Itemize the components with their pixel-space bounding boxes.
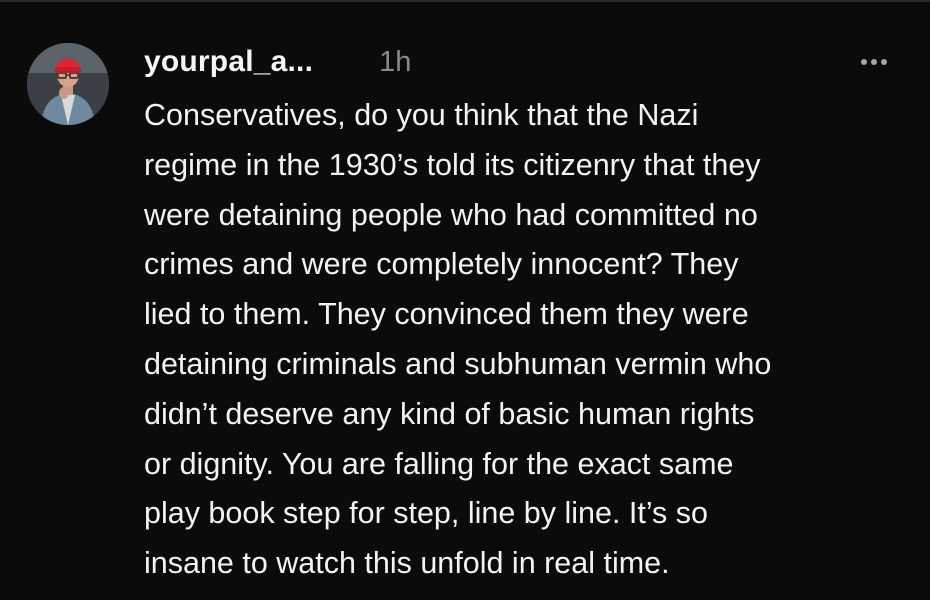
post-body-line: Conservatives, do you think that the Naz…: [144, 98, 699, 132]
post-body-line: didn’t deserve any kind of basic human r…: [144, 396, 755, 431]
avatar-photo-icon: [27, 43, 109, 125]
post-header: yourpal_a... 1h: [144, 40, 411, 84]
more-options-button[interactable]: [855, 50, 899, 74]
post-body-line: crimes and were completely innocent? The…: [144, 247, 739, 282]
ellipsis-icon: [861, 59, 887, 65]
post-container: yourpal_a... 1h Conservatives, do you th…: [0, 0, 930, 600]
post-body-line: lied to them. They convinced them they w…: [144, 297, 749, 332]
post-body-line: or dignity. You are falling for the exac…: [144, 446, 734, 481]
post-body-line: were detaining people who had committed …: [144, 197, 758, 232]
username-link[interactable]: yourpal_a...: [144, 45, 313, 79]
post-timestamp: 1h: [379, 45, 412, 78]
post-body-line: play book step for step, line by line. I…: [144, 496, 708, 531]
avatar[interactable]: [27, 43, 109, 125]
post-body-line: regime in the 1930’s told its citizenry …: [144, 147, 761, 182]
post-body: Conservatives, do you think that the Naz…: [144, 91, 914, 589]
post-body-line: insane to watch this unfold in real time…: [144, 546, 670, 581]
ellipsis-dot: [881, 59, 887, 65]
ellipsis-dot: [871, 59, 877, 65]
post-body-line: detaining criminals and subhuman vermin …: [144, 346, 772, 381]
top-divider: [0, 0, 930, 2]
ellipsis-dot: [861, 59, 867, 65]
